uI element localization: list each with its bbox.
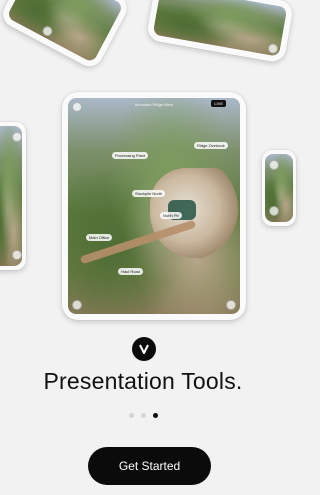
preview-image bbox=[6, 0, 124, 64]
bottom-left-control-icon[interactable] bbox=[72, 300, 82, 310]
map-tag[interactable]: North Pit bbox=[160, 212, 182, 219]
preview-image bbox=[0, 126, 22, 266]
page-indicator[interactable] bbox=[0, 413, 286, 418]
page-dot-active[interactable] bbox=[152, 413, 158, 418]
carousel-preview-top-left bbox=[0, 0, 132, 72]
map-tag[interactable]: Stockpile North bbox=[132, 190, 166, 197]
bottom-right-control-icon[interactable] bbox=[226, 300, 236, 310]
carousel-preview-top-right bbox=[145, 0, 295, 64]
map-tag[interactable]: Processing Plant bbox=[112, 152, 149, 159]
page-dot[interactable] bbox=[140, 413, 146, 418]
main-card-title: Mountain Ridge Mine bbox=[135, 102, 173, 107]
get-started-button[interactable]: Get Started bbox=[88, 447, 211, 485]
live-badge: LIVE bbox=[211, 100, 226, 107]
map-tag[interactable]: Main Office bbox=[86, 234, 113, 241]
carousel-preview-right bbox=[262, 150, 296, 226]
map-tag[interactable]: Haul Road bbox=[118, 268, 143, 275]
page-dot[interactable] bbox=[128, 413, 134, 418]
top-left-control-icon[interactable] bbox=[72, 102, 82, 112]
corner-button-icon bbox=[12, 132, 22, 142]
corner-button-icon bbox=[269, 206, 279, 216]
map-tag[interactable]: Ridge Overlook bbox=[194, 142, 228, 149]
brand-logo bbox=[132, 337, 156, 361]
main-card-image bbox=[68, 98, 240, 314]
carousel-main-card[interactable]: Mountain Ridge Mine LIVE Processing Plan… bbox=[62, 92, 246, 320]
carousel-preview-left bbox=[0, 122, 26, 270]
brand-v-icon bbox=[139, 344, 149, 354]
corner-button-icon bbox=[269, 160, 279, 170]
headline: Presentation Tools. bbox=[43, 368, 243, 394]
corner-button-icon bbox=[12, 250, 22, 260]
